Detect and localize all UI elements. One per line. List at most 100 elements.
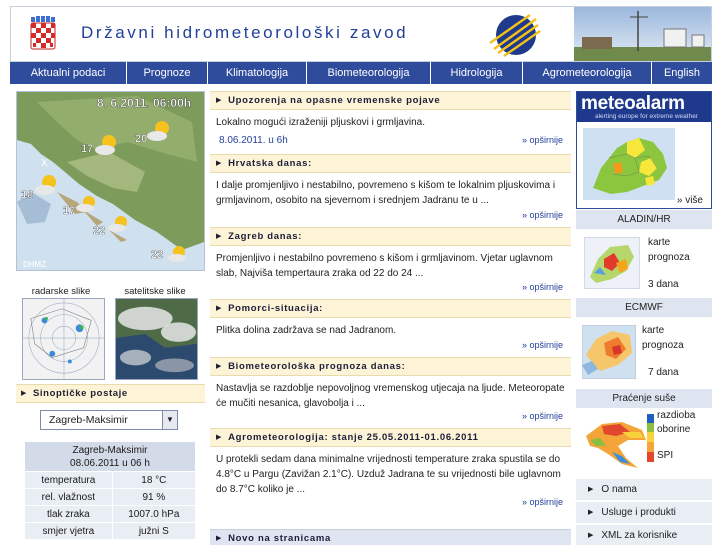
sailors-more-link[interactable]: » opširnije: [522, 340, 563, 350]
bio-title: Biometeorološka prognoza danas:: [228, 361, 406, 372]
warnings-text: Lokalno mogući izraženiji pljuskovi i gr…: [216, 117, 425, 128]
link-label: O nama: [601, 484, 637, 495]
station-photo: [574, 7, 711, 61]
croatian-coat-of-arms-icon: [30, 16, 56, 50]
triangle-right-icon: ▶: [21, 390, 27, 397]
nav-prognoze[interactable]: Prognoze: [127, 62, 208, 84]
nav-hidrologija[interactable]: Hidrologija: [431, 62, 523, 84]
triangle-right-icon: ▶: [216, 97, 223, 104]
sailors-title: Pomorci-situacija:: [228, 303, 324, 314]
link-usluge-i-produkti[interactable]: ▶ Usluge i produkti: [576, 502, 712, 524]
news-header[interactable]: ▶ Novo na stranicama: [210, 529, 571, 545]
row-value: 18 °C: [111, 471, 197, 489]
table-row: tlak zraka 1007.0 hPa: [24, 505, 197, 523]
bio-header[interactable]: ▶ Biometeorološka prognoza danas:: [210, 357, 571, 376]
nav-klimatologija[interactable]: Klimatologija: [208, 62, 307, 84]
meteoalarm-more-link[interactable]: » više: [677, 195, 703, 206]
sailors-text: Plitka dolina zadržava se nad Jadranom.: [216, 325, 397, 336]
aladin-map-thumbnail[interactable]: [584, 237, 640, 289]
triangle-right-icon: ▶: [588, 486, 594, 493]
station-table-header: Zagreb-Maksimir 08.06.2011 u 06 h: [24, 441, 196, 472]
link-xml-za-korisnike[interactable]: ▶ XML za korisnike: [576, 525, 712, 545]
link-label: Usluge i produkti: [601, 507, 676, 518]
table-row: smjer vjetra južni S: [24, 522, 197, 540]
zagreb-title: Zagreb danas:: [228, 231, 303, 242]
croatia-header[interactable]: ▶ Hrvatska danas:: [210, 154, 571, 173]
agro-more-link[interactable]: » opširnije: [522, 497, 563, 507]
station-data-table: Zagreb-Maksimir 08.06.2011 u 06 h temper…: [24, 441, 197, 540]
agro-header[interactable]: ▶ Agrometeorologija: stanje 25.05.2011-01…: [210, 428, 571, 447]
triangle-right-icon: ▶: [216, 305, 223, 312]
aladin-line1: karte: [648, 237, 671, 248]
croatia-drought-map[interactable]: [582, 414, 652, 474]
drought-line3: SPI: [657, 450, 674, 461]
row-label: rel. vlažnost: [24, 488, 113, 506]
ecmwf-panel[interactable]: karte prognoza 7 dana: [576, 317, 712, 387]
meteoalarm-tagline: alerting europe for extreme weather: [595, 113, 698, 120]
map-temp: 18: [21, 189, 33, 201]
link-label: XML za korisnike: [601, 530, 678, 541]
drought-panel[interactable]: razdioba oborine SPI: [576, 408, 712, 478]
map-temp: 22: [151, 249, 163, 261]
croatia-more-link[interactable]: » opširnije: [522, 210, 563, 220]
triangle-right-icon: ▶: [216, 535, 223, 542]
drought-line1: razdioba: [657, 410, 696, 421]
europe-warning-map[interactable]: [583, 128, 675, 200]
station-select[interactable]: Zagreb-Maksimir ▼: [40, 410, 178, 430]
croatia-title: Hrvatska danas:: [228, 158, 312, 169]
zagreb-header[interactable]: ▶ Zagreb danas:: [210, 227, 571, 246]
nav-agrometeorologija[interactable]: Agrometeorologija: [523, 62, 652, 84]
drought-legend-icon: [647, 414, 654, 462]
bio-text: Nastavlja se razdoblje nepovoljnog vreme…: [216, 383, 565, 409]
triangle-right-icon: ▶: [216, 160, 223, 167]
chevron-down-icon[interactable]: ▼: [162, 411, 177, 429]
ecmwf-map-thumbnail[interactable]: [582, 325, 636, 379]
station-select-value: Zagreb-Maksimir: [49, 414, 128, 426]
aladin-panel[interactable]: karte prognoza 3 dana: [576, 229, 712, 299]
map-temp: 17: [81, 143, 93, 155]
agro-title: Agrometeorologija: stanje 25.05.2011-01.…: [228, 432, 479, 443]
map-watermark: DHMZ: [23, 260, 46, 269]
row-value: južni S: [111, 522, 197, 540]
row-label: temperatura: [24, 471, 113, 489]
row-value: 91 %: [111, 488, 197, 506]
nav-biometeorologija[interactable]: Biometeorologija: [307, 62, 431, 84]
sailors-header[interactable]: ▶ Pomorci-situacija:: [210, 299, 571, 318]
satellite-label[interactable]: satelitske slike: [110, 286, 200, 297]
bio-more-link[interactable]: » opširnije: [522, 411, 563, 421]
table-row: temperatura 18 °C: [24, 471, 197, 489]
stations-section-header[interactable]: ▶ Sinoptičke postaje: [16, 384, 205, 403]
ecmwf-header[interactable]: ECMWF: [576, 298, 712, 317]
dhmz-logo-icon: [489, 14, 541, 57]
map-temp: 20: [135, 133, 147, 145]
croatia-text: I dalje promjenljivo i nestabilno, povre…: [216, 180, 556, 206]
meteoalarm-box[interactable]: meteoalarm alerting europe for extreme w…: [576, 91, 712, 209]
drought-line2: oborine: [657, 424, 691, 435]
satellite-image[interactable]: [115, 298, 198, 380]
link-o-nama[interactable]: ▶ O nama: [576, 479, 712, 501]
radar-image[interactable]: [22, 298, 105, 380]
main-nav: Aktualni podaci Prognoze Klimatologija B…: [10, 62, 712, 84]
nav-aktualni-podaci[interactable]: Aktualni podaci: [10, 62, 127, 84]
ecmwf-line3: 7 dana: [648, 367, 679, 378]
row-value: 1007.0 hPa: [111, 505, 197, 523]
meteoalarm-logo-text: meteoalarm: [581, 93, 685, 114]
triangle-right-icon: ▶: [588, 509, 594, 516]
map-temp: 22: [93, 225, 105, 237]
news-title: Novo na stranicama: [228, 533, 331, 544]
stations-header-label: Sinoptičke postaje: [32, 388, 128, 399]
warnings-date[interactable]: 8.06.2011. u 6h: [219, 133, 568, 148]
triangle-right-icon: ▶: [216, 363, 223, 370]
warnings-more-link[interactable]: » opširnije: [522, 135, 563, 145]
site-title: Državni hidrometeorološki zavod: [81, 23, 409, 42]
warnings-header[interactable]: ▶ Upozorenja na opasne vremenske pojave: [210, 91, 571, 110]
map-datetime: 8. 6.2011. 06:00h: [97, 96, 191, 110]
drought-header[interactable]: Praćenje suše: [576, 389, 712, 408]
radar-label[interactable]: radarske slike: [16, 286, 106, 297]
aladin-header[interactable]: ALADIN/HR: [576, 210, 712, 229]
nav-english[interactable]: English: [652, 62, 712, 84]
aladin-line3: 3 dana: [648, 279, 679, 290]
zagreb-more-link[interactable]: » opširnije: [522, 282, 563, 292]
site-header: Državni hidrometeorološki zavod: [10, 6, 712, 62]
weather-map[interactable]: 8. 6.2011. 06:00h 20 17 18 17 22 22 X DH…: [16, 91, 205, 271]
